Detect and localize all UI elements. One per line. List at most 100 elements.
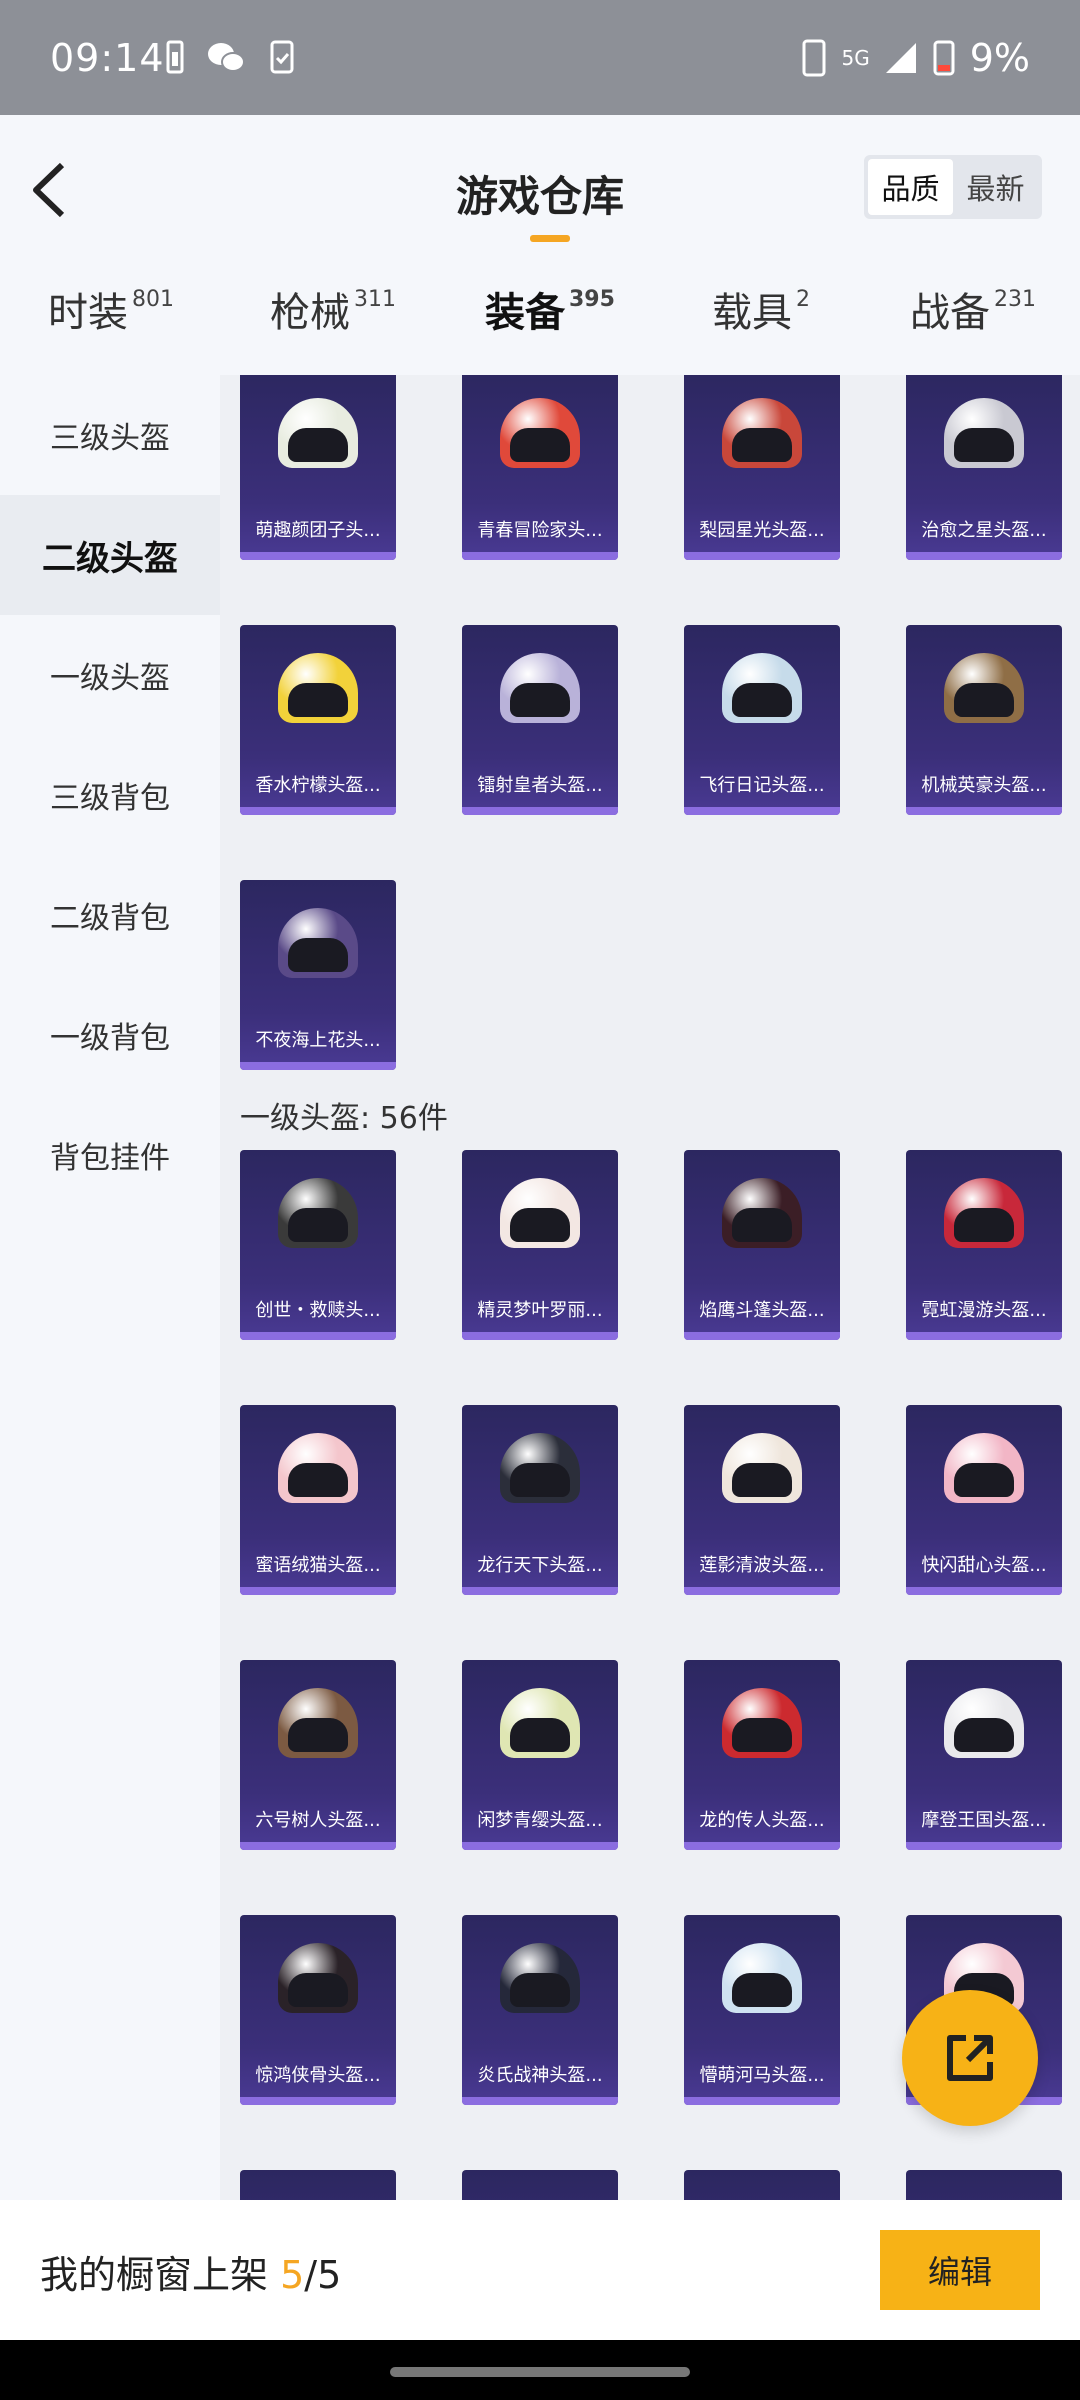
sort-option-quality[interactable]: 品质 — [868, 159, 953, 215]
item-card[interactable] — [684, 2170, 840, 2200]
tab-label: 载具 — [712, 290, 792, 336]
share-external-icon — [947, 2035, 993, 2081]
item-card[interactable]: 青春冒险家头... — [462, 375, 618, 560]
item-name: 焰鹰斗篷头盔... — [699, 1300, 825, 1321]
card-shelf — [906, 1842, 1062, 1850]
item-card[interactable]: 精灵梦叶罗丽... — [462, 1150, 618, 1340]
item-card[interactable]: 惊鸿侠骨头盔... — [240, 1915, 396, 2105]
item-card[interactable]: 治愈之星头盔... — [906, 375, 1062, 560]
item-name: 龙行天下头盔... — [477, 1555, 603, 1576]
item-card[interactable]: 机械英豪头盔... — [906, 625, 1062, 815]
item-card[interactable] — [240, 2170, 396, 2200]
sidebar-item-level1-backpack[interactable]: 一级背包 — [0, 975, 220, 1095]
sidebar-item-level3-backpack[interactable]: 三级背包 — [0, 735, 220, 855]
helmet-visor — [510, 428, 570, 462]
item-name: 机械英豪头盔... — [921, 775, 1047, 796]
item-card[interactable]: 龙行天下头盔... — [462, 1405, 618, 1595]
tab-vehicles[interactable]: 载具 2 — [712, 280, 810, 338]
card-shelf — [240, 1587, 396, 1595]
item-name: 龙的传人头盔... — [699, 1810, 825, 1831]
item-card[interactable] — [462, 2170, 618, 2200]
tab-fashion[interactable]: 时装 801 — [48, 280, 174, 338]
sidebar-item-backpack-pendant[interactable]: 背包挂件 — [0, 1095, 220, 1215]
item-card[interactable]: 蜜语绒猫头盔... — [240, 1405, 396, 1595]
item-card[interactable]: 梨园星光头盔... — [684, 375, 840, 560]
status-right: 5G 9% — [801, 36, 1030, 80]
showcase-status: 我的橱窗上架 5/5 — [40, 2244, 341, 2299]
battery-percent: 9% — [969, 36, 1030, 80]
tab-supplies[interactable]: 战备 231 — [910, 280, 1036, 338]
share-button[interactable] — [902, 1990, 1038, 2126]
helmet-visor — [954, 1463, 1014, 1497]
helmet-visor — [510, 1718, 570, 1752]
tab-count: 231 — [994, 286, 1036, 312]
item-card[interactable]: 不夜海上花头... — [240, 880, 396, 1070]
battery-saver-icon — [166, 40, 184, 74]
wechat-icon — [208, 43, 245, 72]
sort-option-latest[interactable]: 最新 — [953, 159, 1038, 215]
sidebar-item-level2-helmet[interactable]: 二级头盔 — [0, 495, 220, 615]
sim-icon — [802, 39, 826, 77]
card-shelf — [462, 1332, 618, 1340]
tab-count: 2 — [796, 286, 810, 312]
item-card[interactable]: 创世・救赎头... — [240, 1150, 396, 1340]
helmet-visor — [288, 1973, 348, 2007]
item-name: 萌趣颜团子头... — [255, 520, 381, 541]
item-card[interactable]: 镭射皇者头盔... — [462, 625, 618, 815]
showcase-label: 我的橱窗上架 — [40, 2253, 269, 2297]
item-card[interactable]: 龙的传人头盔... — [684, 1660, 840, 1850]
sidebar-item-level2-backpack[interactable]: 二级背包 — [0, 855, 220, 975]
sidebar-item-level3-helmet[interactable]: 三级头盔 — [0, 375, 220, 495]
item-name: 青春冒险家头... — [477, 520, 603, 541]
item-card[interactable]: 闲梦青缨头盔... — [462, 1660, 618, 1850]
section-title: 一级头盔: 56件 — [240, 1101, 448, 1136]
item-name: 莲影清波头盔... — [699, 1555, 825, 1576]
tab-label: 枪械 — [270, 290, 350, 336]
item-name: 六号树人头盔... — [255, 1810, 381, 1831]
card-shelf — [462, 1842, 618, 1850]
helmet-visor — [288, 938, 348, 972]
signal-icon — [885, 43, 916, 73]
tab-firearms[interactable]: 枪械 311 — [270, 280, 396, 338]
item-card[interactable]: 摩登王国头盔... — [906, 1660, 1062, 1850]
item-card[interactable] — [906, 2170, 1062, 2200]
item-card[interactable]: 香水柠檬头盔... — [240, 625, 396, 815]
showcase-count: 5 — [280, 2253, 305, 2297]
battery-icon — [933, 40, 955, 76]
helmet-visor — [732, 1208, 792, 1242]
item-card[interactable]: 萌趣颜团子头... — [240, 375, 396, 560]
tab-count: 311 — [354, 286, 396, 312]
system-nav-bar — [0, 2340, 1080, 2400]
sidebar-item-level1-helmet[interactable]: 一级头盔 — [0, 615, 220, 735]
helmet-visor — [732, 1718, 792, 1752]
helmet-visor — [510, 1463, 570, 1497]
item-grid: 萌趣颜团子头... 青春冒险家头... 梨园星光头盔... 治愈之星头盔... 香水柠檬… — [220, 375, 1080, 2200]
edit-button[interactable]: 编辑 — [880, 2230, 1040, 2310]
card-shelf — [462, 1587, 618, 1595]
item-card[interactable]: 焰鹰斗篷头盔... — [684, 1150, 840, 1340]
status-bar: 09:14 5G 9% — [0, 0, 1080, 115]
item-name: 懵萌河马头盔... — [699, 2065, 825, 2086]
item-card[interactable]: 炎氏战神头盔... — [462, 1915, 618, 2105]
item-card[interactable]: 霓虹漫游头盔... — [906, 1150, 1062, 1340]
helmet-visor — [288, 1718, 348, 1752]
showcase-total: /5 — [304, 2253, 342, 2297]
card-shelf — [240, 2097, 396, 2105]
item-card[interactable]: 飞行日记头盔... — [684, 625, 840, 815]
item-name: 梨园星光头盔... — [699, 520, 825, 541]
helmet-visor — [288, 683, 348, 717]
item-name: 快闪甜心头盔... — [921, 1555, 1047, 1576]
helmet-visor — [288, 1208, 348, 1242]
card-shelf — [462, 552, 618, 560]
category-tabs: 时装 801 枪械 311 装备 395 载具 2 战备 231 — [0, 280, 1080, 360]
tab-equipment[interactable]: 装备 395 — [485, 280, 615, 338]
helmet-visor — [732, 428, 792, 462]
card-shelf — [684, 1587, 840, 1595]
home-indicator[interactable] — [390, 2367, 690, 2377]
item-card[interactable]: 快闪甜心头盔... — [906, 1405, 1062, 1595]
item-card[interactable]: 六号树人头盔... — [240, 1660, 396, 1850]
card-shelf — [906, 1587, 1062, 1595]
showcase-bar: 我的橱窗上架 5/5 编辑 — [0, 2200, 1080, 2340]
item-card[interactable]: 莲影清波头盔... — [684, 1405, 840, 1595]
item-card[interactable]: 懵萌河马头盔... — [684, 1915, 840, 2105]
